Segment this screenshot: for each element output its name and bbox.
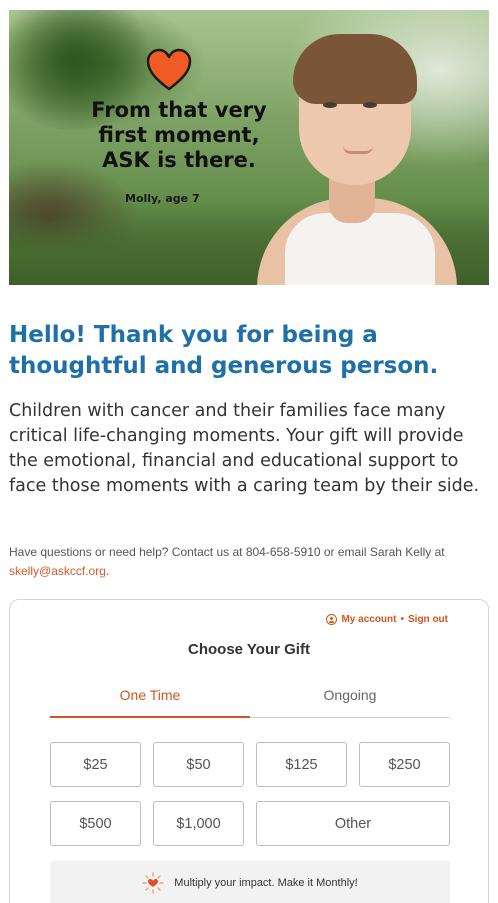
contact-email-link[interactable]: skelly@askccf.org: [9, 564, 106, 578]
monthly-upsell-text: Multiply your impact. Make it Monthly!: [174, 877, 358, 889]
frequency-tabs: One Time Ongoing: [50, 678, 450, 718]
hero-image: From that very first moment, ASK is ther…: [9, 10, 489, 285]
other-amount-button[interactable]: Other: [256, 801, 450, 846]
tab-ongoing[interactable]: Ongoing: [250, 678, 450, 717]
form-title: Choose Your Gift: [188, 641, 310, 658]
hero-quote: From that very first moment, ASK is ther…: [79, 98, 279, 173]
account-links: My account • Sign out: [326, 614, 448, 625]
heart-sparkle-icon: [142, 872, 164, 894]
account-separator: •: [400, 614, 404, 625]
child-photo: [257, 28, 457, 285]
amount-button[interactable]: $50: [153, 742, 244, 787]
help-text-suffix: .: [105, 564, 110, 578]
amount-button[interactable]: $250: [359, 742, 450, 787]
intro-paragraph: Children with cancer and their families …: [9, 401, 480, 496]
donation-form-card: My account • Sign out Choose Your Gift O…: [9, 599, 489, 903]
hero-attribution: Molly, age 7: [125, 192, 200, 205]
page-headline: Hello! Thank you for being a thoughtful …: [9, 320, 489, 382]
my-account-link[interactable]: My account: [341, 614, 396, 625]
user-circle-icon: [326, 614, 338, 625]
monthly-upsell-banner[interactable]: Multiply your impact. Make it Monthly!: [50, 861, 450, 903]
help-text-body: Have questions or need help? Contact us …: [9, 545, 445, 559]
sign-out-link[interactable]: Sign out: [408, 614, 448, 625]
amount-button[interactable]: $500: [50, 801, 141, 846]
amount-button[interactable]: $125: [256, 742, 347, 787]
tab-one-time[interactable]: One Time: [50, 678, 250, 718]
headline-line: thoughtful and generous person.: [9, 353, 439, 379]
hero-quote-line: From that very: [91, 98, 267, 122]
help-text: Have questions or need help? Contact us …: [9, 543, 493, 581]
hero-quote-line: ASK is there.: [102, 148, 256, 172]
headline-line: Hello! Thank you for being a: [9, 322, 378, 348]
amount-button[interactable]: $1,000: [153, 801, 244, 846]
amount-button[interactable]: $25: [50, 742, 141, 787]
hero-quote-line: first moment,: [98, 123, 260, 147]
heart-icon: [146, 48, 192, 91]
